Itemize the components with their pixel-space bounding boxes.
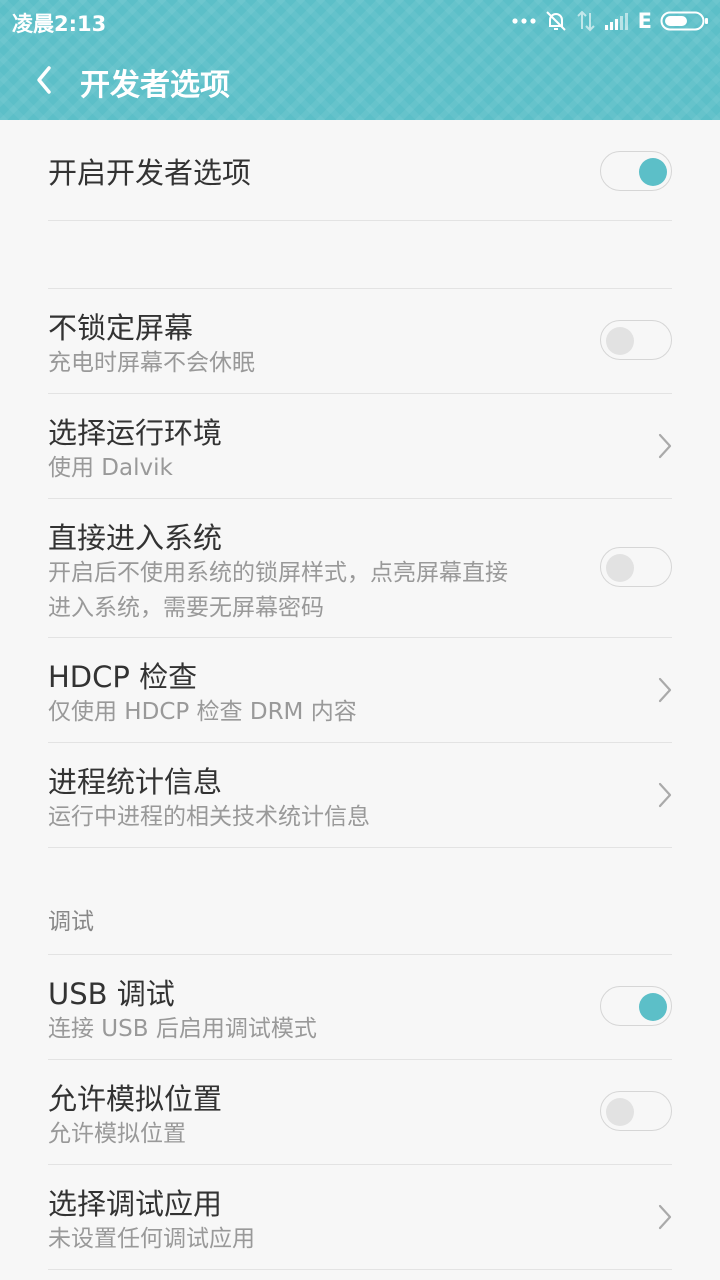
network-type: E <box>637 9 652 33</box>
row-subtitle: 使用 Dalvik <box>48 455 173 481</box>
developer-options-master-row[interactable]: 开启开发者选项 <box>48 120 672 220</box>
mock-location-toggle[interactable] <box>600 1091 672 1131</box>
debug-app-select-row[interactable]: 选择调试应用 未设置任何调试应用 <box>48 1165 672 1269</box>
status-bar: 凌晨2:13 E <box>0 0 720 42</box>
row-title: 允许模拟位置 <box>48 1082 223 1116</box>
status-icons: E <box>512 7 710 35</box>
row-subtitle: 充电时屏幕不会休眠 <box>48 350 255 376</box>
developer-options-toggle[interactable] <box>600 151 672 191</box>
toggle-knob <box>639 993 667 1021</box>
chevron-right-icon <box>658 677 672 703</box>
row-title: 直接进入系统 <box>48 521 223 555</box>
direct-enter-system-row[interactable]: 直接进入系统 开启后不使用系统的锁屏样式，点亮屏幕直接 进入系统，需要无屏幕密码 <box>48 499 672 637</box>
direct-enter-system-toggle[interactable] <box>600 547 672 587</box>
row-subtitle-line2: 进入系统，需要无屏幕密码 <box>48 595 324 621</box>
stay-awake-row[interactable]: 不锁定屏幕 充电时屏幕不会休眠 <box>48 289 672 393</box>
top-bar: 凌晨2:13 E 开发者选项 <box>0 0 720 120</box>
toggle-knob <box>606 1098 634 1126</box>
alarm-off-icon <box>544 9 568 33</box>
page-title: 开发者选项 <box>80 68 230 103</box>
more-dots-icon <box>512 17 536 25</box>
usb-debugging-toggle[interactable] <box>600 986 672 1026</box>
chevron-right-icon <box>658 782 672 808</box>
row-subtitle: 运行中进程的相关技术统计信息 <box>48 804 370 830</box>
row-title: 选择调试应用 <box>48 1187 223 1221</box>
divider <box>48 220 672 221</box>
back-button[interactable] <box>26 62 62 98</box>
data-transfer-icon <box>576 9 596 33</box>
chevron-right-icon <box>658 433 672 459</box>
battery-icon <box>660 10 710 32</box>
toggle-knob <box>639 158 667 186</box>
mock-location-row[interactable]: 允许模拟位置 允许模拟位置 <box>48 1060 672 1164</box>
row-title: 不锁定屏幕 <box>48 311 194 345</box>
row-title: 进程统计信息 <box>48 765 223 799</box>
chevron-right-icon <box>658 1204 672 1230</box>
stay-awake-toggle[interactable] <box>600 320 672 360</box>
signal-icon <box>604 11 630 31</box>
divider <box>48 1269 672 1270</box>
toggle-knob <box>606 327 634 355</box>
chevron-left-icon <box>37 66 51 94</box>
row-subtitle: 开启后不使用系统的锁屏样式，点亮屏幕直接 <box>48 560 508 586</box>
status-time: 凌晨2:13 <box>12 12 107 36</box>
row-title: 选择运行环境 <box>48 416 223 450</box>
row-subtitle: 未设置任何调试应用 <box>48 1226 255 1252</box>
runtime-select-row[interactable]: 选择运行环境 使用 Dalvik <box>48 394 672 498</box>
usb-debugging-row[interactable]: USB 调试 连接 USB 后启用调试模式 <box>48 955 672 1059</box>
section-header-debug: 调试 <box>48 909 94 935</box>
row-title: USB 调试 <box>48 977 175 1011</box>
hdcp-check-row[interactable]: HDCP 检查 仅使用 HDCP 检查 DRM 内容 <box>48 638 672 742</box>
app-header: 开发者选项 <box>0 42 720 120</box>
row-subtitle: 连接 USB 后启用调试模式 <box>48 1016 317 1042</box>
row-title: 开启开发者选项 <box>48 156 252 190</box>
row-subtitle: 仅使用 HDCP 检查 DRM 内容 <box>48 699 357 725</box>
row-subtitle: 允许模拟位置 <box>48 1121 186 1147</box>
process-stats-row[interactable]: 进程统计信息 运行中进程的相关技术统计信息 <box>48 743 672 847</box>
row-title: HDCP 检查 <box>48 660 198 694</box>
toggle-knob <box>606 554 634 582</box>
divider <box>48 847 672 848</box>
